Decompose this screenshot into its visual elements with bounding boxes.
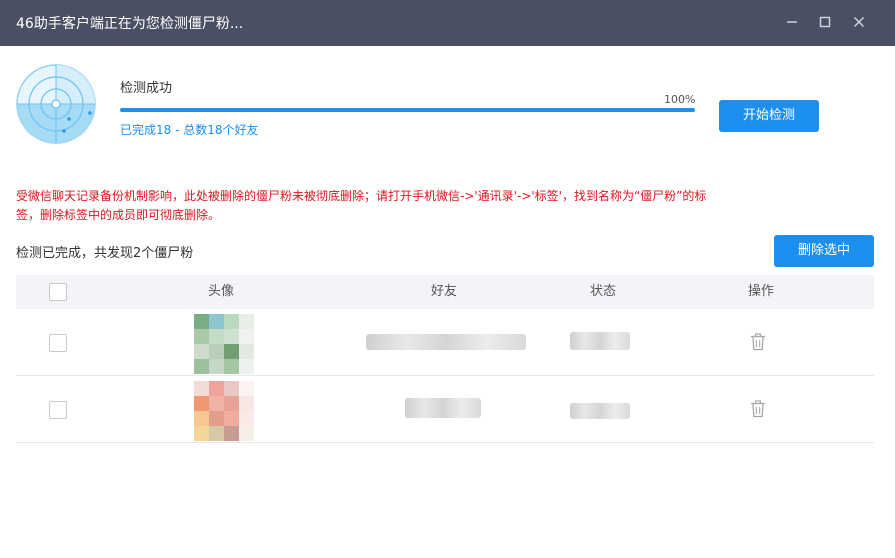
table-header: 头像 好友 状态 操作 bbox=[16, 275, 874, 309]
avatar-pixel bbox=[209, 344, 224, 359]
warning-message: 受微信聊天记录备份机制影响，此处被删除的僵尸粉未被彻底删除；请打开手机微信->'… bbox=[16, 189, 707, 222]
minimize-icon[interactable] bbox=[779, 10, 805, 36]
avatar-pixel bbox=[239, 426, 254, 441]
avatar-pixel bbox=[239, 314, 254, 329]
header-status: 状态 bbox=[589, 284, 616, 299]
window-title: 46助手客户端正在为您检测僵尸粉... bbox=[16, 16, 244, 32]
avatar-pixel bbox=[224, 359, 239, 374]
avatar-pixel bbox=[239, 396, 254, 411]
trash-icon[interactable] bbox=[750, 400, 766, 418]
select-all-checkbox[interactable] bbox=[49, 283, 67, 301]
title-bar: 46助手客户端正在为您检测僵尸粉... bbox=[0, 0, 895, 46]
avatar-pixel bbox=[194, 314, 209, 329]
avatar-pixel bbox=[194, 359, 209, 374]
trash-icon[interactable] bbox=[750, 333, 766, 351]
avatar-pixel bbox=[224, 314, 239, 329]
maximize-icon[interactable] bbox=[812, 10, 838, 36]
avatar bbox=[194, 381, 254, 441]
avatar-pixel bbox=[239, 329, 254, 344]
friend-name-blurred bbox=[405, 398, 481, 418]
avatar-pixel bbox=[224, 329, 239, 344]
header-avatar: 头像 bbox=[207, 284, 234, 299]
avatar-pixel bbox=[209, 314, 224, 329]
avatar-pixel bbox=[224, 381, 239, 396]
table-row bbox=[16, 376, 874, 443]
avatar-pixel bbox=[239, 359, 254, 374]
progress-detail: 已完成18 - 总数18个好友 bbox=[120, 123, 259, 137]
avatar-pixel bbox=[209, 329, 224, 344]
friend-name-blurred bbox=[366, 334, 526, 350]
avatar-pixel bbox=[209, 426, 224, 441]
status-blurred bbox=[570, 332, 630, 350]
zombie-table: 头像 好友 状态 操作 bbox=[16, 275, 874, 443]
avatar-pixel bbox=[239, 381, 254, 396]
progress-bar bbox=[120, 108, 695, 112]
avatar-pixel bbox=[194, 344, 209, 359]
start-scan-button[interactable]: 开始检测 bbox=[719, 100, 819, 132]
avatar-pixel bbox=[194, 411, 209, 426]
avatar-pixel bbox=[194, 396, 209, 411]
progress-bar-fill bbox=[120, 108, 695, 112]
avatar-pixel bbox=[224, 396, 239, 411]
close-icon[interactable] bbox=[846, 10, 872, 36]
scan-status: 检测成功 bbox=[120, 81, 173, 96]
avatar-pixel bbox=[209, 411, 224, 426]
row-checkbox[interactable] bbox=[49, 334, 67, 352]
progress-percent-label: 100% bbox=[664, 93, 696, 106]
header-action: 操作 bbox=[747, 284, 774, 299]
avatar bbox=[194, 314, 254, 374]
avatar-pixel bbox=[224, 344, 239, 359]
status-blurred bbox=[570, 403, 630, 419]
avatar-pixel bbox=[209, 396, 224, 411]
avatar-pixel bbox=[194, 381, 209, 396]
avatar-pixel bbox=[194, 329, 209, 344]
avatar-pixel bbox=[239, 344, 254, 359]
table-row bbox=[16, 309, 874, 376]
avatar-pixel bbox=[239, 411, 254, 426]
result-summary: 检测已完成，共发现2个僵尸粉 bbox=[16, 246, 194, 261]
avatar-pixel bbox=[224, 411, 239, 426]
row-checkbox[interactable] bbox=[49, 401, 67, 419]
delete-selected-button[interactable]: 删除选中 bbox=[774, 235, 874, 267]
avatar-pixel bbox=[209, 381, 224, 396]
radar-icon bbox=[16, 64, 96, 144]
avatar-pixel bbox=[224, 426, 239, 441]
avatar-pixel bbox=[194, 426, 209, 441]
avatar-pixel bbox=[209, 359, 224, 374]
header-friend: 好友 bbox=[430, 284, 457, 299]
